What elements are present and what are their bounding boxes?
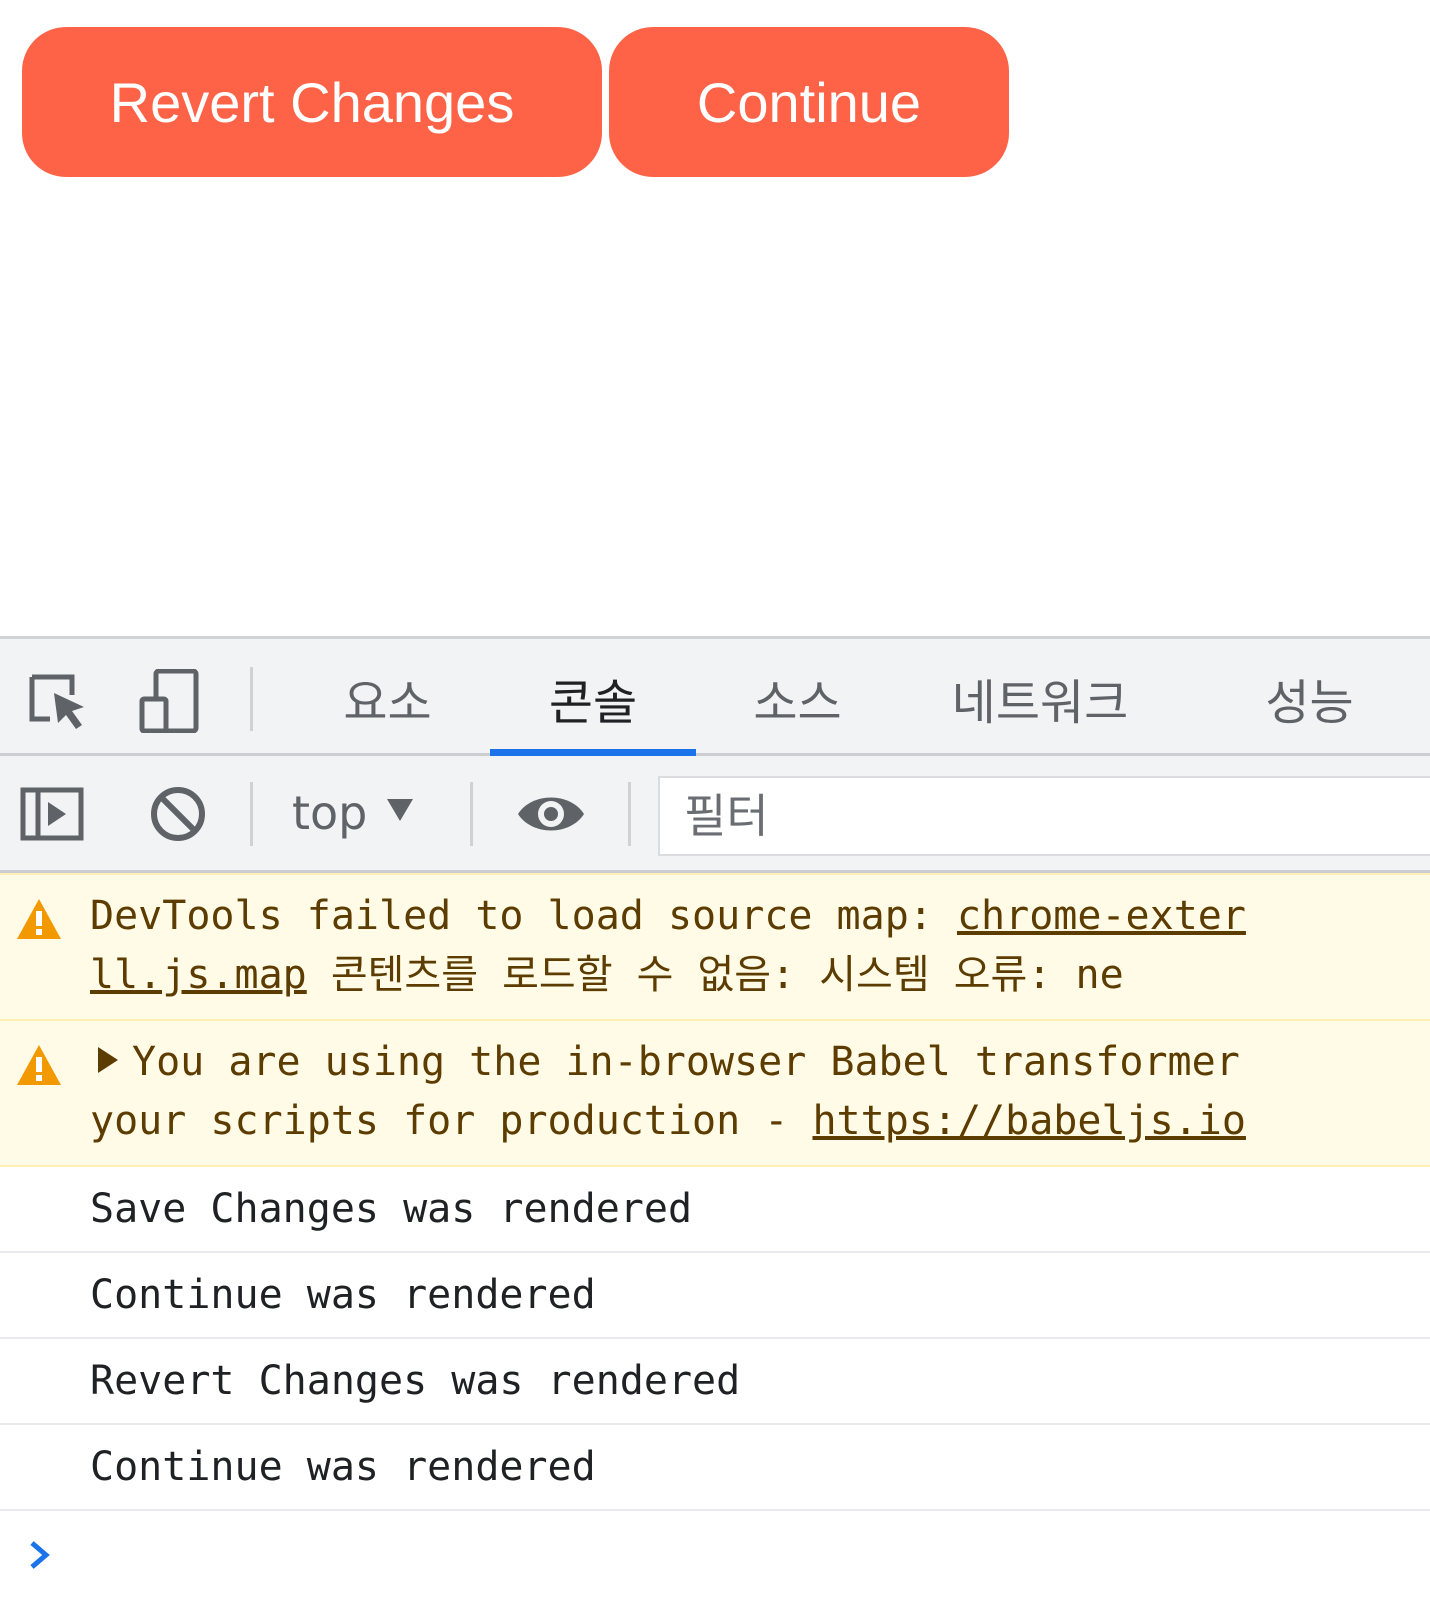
console-prompt	[0, 1511, 1430, 1601]
filter-input[interactable]	[658, 776, 1430, 856]
console-log-message: Revert Changes was rendered	[0, 1339, 1430, 1425]
console-log-message: Save Changes was rendered	[0, 1167, 1430, 1253]
dropdown-arrow-icon	[387, 799, 414, 821]
console-log-message: Continue was rendered	[0, 1425, 1430, 1511]
log-text: Revert Changes was rendered	[90, 1357, 741, 1404]
log-text: Save Changes was rendered	[90, 1185, 693, 1232]
warning-icon	[17, 1045, 61, 1085]
devtools-panel: 요소 콘솔 소스 네트워크 성능 top 필터 DevTools failed …	[0, 636, 1430, 1610]
toolbar-divider	[250, 667, 253, 731]
tab-console[interactable]: 콘솔	[490, 639, 696, 756]
warning-icon	[17, 899, 61, 939]
source-map-link[interactable]: chrome-exter	[957, 893, 1246, 939]
console-input[interactable]	[80, 1521, 1410, 1591]
warning-text: your scripts for production -	[90, 1098, 813, 1144]
toolbar-divider	[470, 782, 473, 846]
context-label: top	[292, 786, 368, 840]
continue-button[interactable]: Continue	[609, 27, 1009, 177]
console-toolbar: top	[0, 756, 1430, 873]
console-warning[interactable]: You are using the in-browser Babel trans…	[0, 1021, 1430, 1167]
context-selector[interactable]: top	[292, 780, 414, 846]
page-content: Revert Changes Continue	[0, 0, 1430, 636]
source-map-link[interactable]: ll.js.map	[90, 952, 307, 998]
warning-line: You are using the in-browser Babel trans…	[90, 1033, 1430, 1092]
warning-text: 콘텐츠를 로드할 수 없음: 시스템 오류: ne	[306, 952, 1124, 998]
devtools-tabbar: 요소 콘솔 소스 네트워크 성능	[0, 636, 1430, 756]
warning-text: You are using the in-browser Babel trans…	[132, 1039, 1240, 1085]
console-warning: DevTools failed to load source map: chro…	[0, 873, 1430, 1021]
log-text: Continue was rendered	[90, 1443, 596, 1490]
device-toolbar-icon[interactable]	[136, 669, 200, 733]
tab-network[interactable]: 네트워크	[920, 639, 1160, 756]
toolbar-divider	[250, 782, 253, 846]
warning-text: DevTools failed to load source map:	[90, 893, 957, 939]
tab-elements[interactable]: 요소	[300, 639, 475, 756]
babel-docs-link[interactable]: https://babeljs.io	[812, 1098, 1245, 1144]
console-log-message: Continue was rendered	[0, 1253, 1430, 1339]
console-messages: DevTools failed to load source map: chro…	[0, 873, 1430, 1601]
warning-line: ll.js.map 콘텐츠를 로드할 수 없음: 시스템 오류: ne	[90, 946, 1430, 1005]
tab-sources[interactable]: 소스	[710, 639, 885, 756]
show-sidebar-icon[interactable]	[20, 782, 84, 846]
log-text: Continue was rendered	[90, 1271, 596, 1318]
expand-triangle-icon[interactable]	[98, 1047, 118, 1073]
toolbar-divider	[628, 782, 631, 846]
chevron-right-icon	[30, 1541, 50, 1569]
revert-changes-button[interactable]: Revert Changes	[22, 27, 602, 177]
eye-icon[interactable]	[516, 782, 586, 846]
warning-line: your scripts for production - https://ba…	[90, 1092, 1430, 1151]
tab-performance[interactable]: 성능	[1222, 639, 1397, 756]
warning-line: DevTools failed to load source map: chro…	[90, 887, 1430, 946]
inspect-element-icon[interactable]	[26, 669, 90, 733]
clear-console-icon[interactable]	[146, 782, 210, 846]
